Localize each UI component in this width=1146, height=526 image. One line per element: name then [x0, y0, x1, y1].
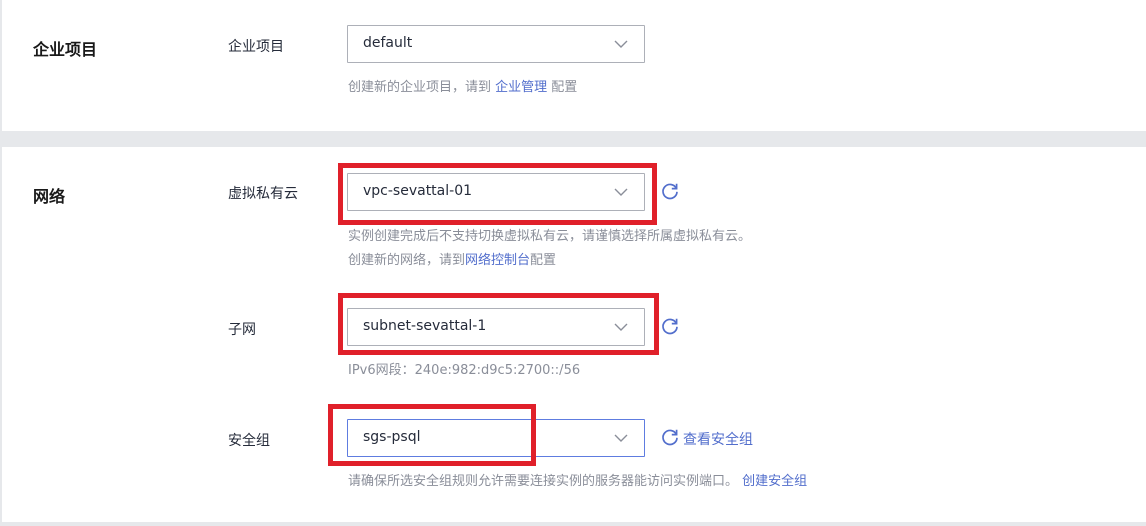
- security-group-label: 安全组: [228, 433, 270, 449]
- enterprise-management-link[interactable]: 企业管理: [495, 80, 547, 95]
- subnet-label: 子网: [228, 322, 256, 338]
- security-group-hint: 请确保所选安全组规则允许需要连接实例的服务器能访问实例端口。 创建安全组: [348, 470, 807, 489]
- subnet-select[interactable]: subnet-sevattal-1: [347, 308, 645, 346]
- vpc-value: vpc-sevattal-01: [363, 183, 473, 199]
- vpc-label: 虚拟私有云: [228, 186, 298, 202]
- security-group-hint-prefix: 请确保所选安全组规则允许需要连接实例的服务器能访问实例端口。: [348, 474, 743, 489]
- vpc-hint-prefix: 创建新的网络，请到: [348, 253, 466, 268]
- vpc-select[interactable]: vpc-sevattal-01: [347, 173, 645, 211]
- security-group-value: sgs-psql: [363, 429, 421, 445]
- refresh-icon[interactable]: [660, 316, 680, 336]
- chevron-down-icon: [614, 434, 628, 442]
- subnet-ipv6-hint: IPv6网段：240e:982:d9c5:2700::/56: [348, 363, 581, 378]
- enterprise-project-hint: 创建新的企业项目，请到 企业管理 配置: [348, 76, 577, 95]
- chevron-down-icon: [614, 40, 628, 48]
- enterprise-project-select[interactable]: default: [347, 25, 645, 63]
- refresh-icon[interactable]: [660, 181, 680, 201]
- chevron-down-icon: [614, 323, 628, 331]
- enterprise-hint-suffix: 配置: [547, 80, 578, 95]
- refresh-icon[interactable]: [660, 427, 680, 447]
- enterprise-project-value: default: [363, 35, 413, 51]
- view-security-groups-link[interactable]: 查看安全组: [683, 429, 753, 449]
- enterprise-project-card: 企业项目 企业项目 default 创建新的企业项目，请到 企业管理 配置: [2, 0, 1146, 131]
- network-card: 网络 虚拟私有云 vpc-sevattal-01 实例创建完成后不支持切换虚拟私…: [2, 147, 1146, 522]
- section-title-enterprise: 企业项目: [33, 40, 98, 59]
- section-title-network: 网络: [33, 187, 66, 206]
- subnet-value: subnet-sevattal-1: [363, 318, 487, 334]
- security-group-select[interactable]: sgs-psql: [347, 419, 645, 457]
- network-console-link[interactable]: 网络控制台: [465, 253, 530, 268]
- vpc-hint-suffix: 配置: [530, 253, 557, 268]
- enterprise-hint-prefix: 创建新的企业项目，请到: [348, 80, 496, 95]
- chevron-down-icon: [614, 188, 628, 196]
- vpc-hint-line1: 实例创建完成后不支持切换虚拟私有云，请谨慎选择所属虚拟私有云。: [348, 229, 752, 244]
- enterprise-project-label: 企业项目: [228, 39, 284, 55]
- vpc-hint-line2: 创建新的网络，请到网络控制台配置: [348, 249, 556, 268]
- create-security-group-link[interactable]: 创建安全组: [742, 474, 807, 489]
